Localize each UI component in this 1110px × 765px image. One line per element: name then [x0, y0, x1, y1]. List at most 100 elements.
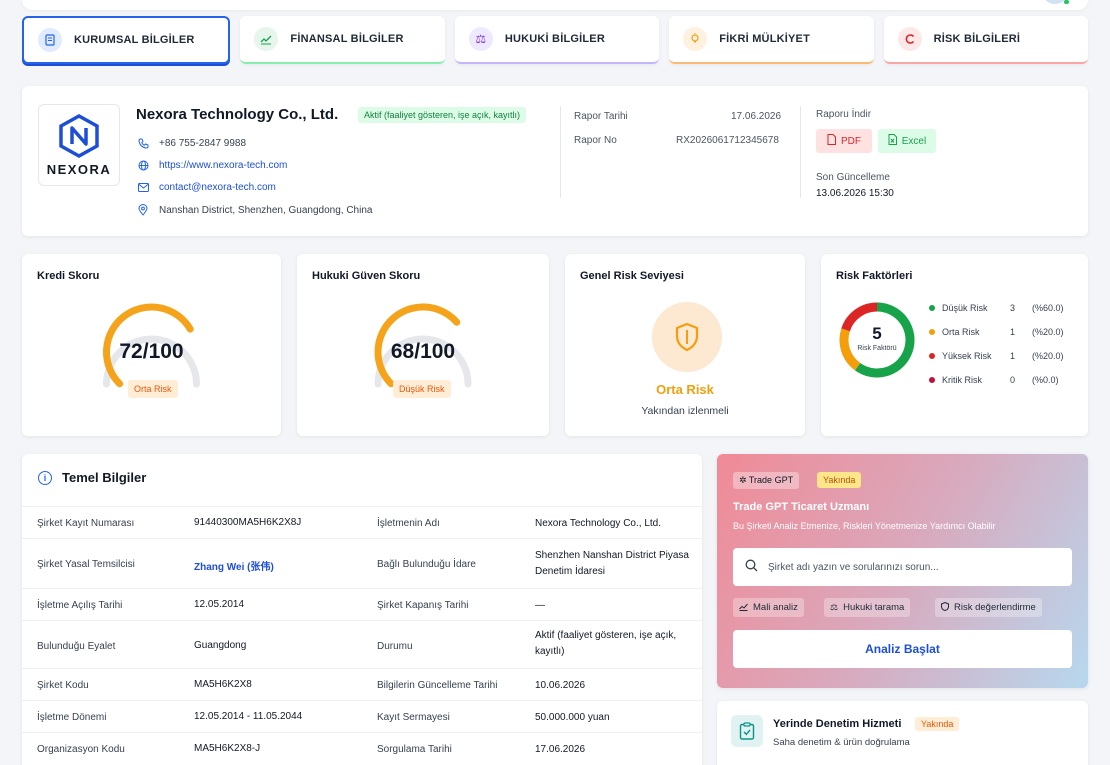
pill-risk-assessment[interactable]: Risk değerlendirme	[935, 598, 1042, 617]
field-value: 12.05.2014 - 11.05.2044	[194, 711, 303, 722]
online-status-dot	[1064, 0, 1069, 4]
top-bar	[22, 0, 1088, 10]
legend-name: Yüksek Risk	[942, 351, 992, 361]
field-value: Guangdong	[194, 640, 247, 651]
field-label: Sorgulama Tarihi	[377, 744, 452, 755]
credit-score-title: Kredi Skoru	[37, 270, 100, 282]
tab-label: RİSK BİLGİLERİ	[933, 33, 1021, 45]
hexagon-logo-icon	[59, 113, 99, 158]
table-row: Şirket Yasal Temsilcisi Zhang Wei (张伟) B…	[22, 538, 702, 588]
search-icon	[745, 559, 758, 575]
basic-info-title: Temel Bilgiler	[62, 470, 147, 485]
divider	[800, 106, 801, 198]
legend-item: Kritik Risk 0 (%0.0)	[929, 375, 1059, 385]
trade-gpt-chip-label: Trade GPT	[748, 475, 794, 485]
search-placeholder: Şirket adı yazın ve sorularınızı sorun..…	[768, 561, 939, 573]
info-icon: i	[38, 470, 52, 485]
basic-info-card: i Temel Bilgiler Şirket Kayıt Numarası 9…	[22, 454, 702, 765]
scale-icon: ⚖	[830, 602, 839, 612]
risk-icon	[897, 27, 922, 51]
pill-legal-scan[interactable]: ⚖ Hukuki tarama	[824, 598, 911, 617]
legend-count: 0	[1010, 375, 1016, 385]
tab-label: FİNANSAL BİLGİLER	[290, 33, 404, 45]
field-value: 10.06.2026	[535, 680, 586, 691]
legal-score-card: Hukuki Güven Skoru 68/100 Düşük Risk	[297, 254, 549, 436]
legend-dot	[929, 377, 935, 383]
mail-icon	[136, 183, 150, 192]
excel-file-icon	[888, 134, 897, 148]
risk-factor-total: 5	[872, 324, 882, 343]
trade-gpt-subtitle: Bu Şirketi Analiz Etmenize, Riskleri Yön…	[733, 521, 996, 531]
phone-number: +86 755-2847 9988	[159, 138, 247, 149]
legend-count: 1	[1010, 327, 1016, 337]
inspection-card[interactable]: Yerinde Denetim Hizmeti Yakında Saha den…	[717, 701, 1088, 765]
tab-corporate[interactable]: KURUMSAL BİLGİLER	[22, 16, 231, 64]
field-label: İşletmenin Adı	[377, 518, 440, 529]
email-row[interactable]: contact@nexora-tech.com	[136, 182, 276, 193]
website-link[interactable]: https://www.nexora-tech.com	[159, 160, 287, 171]
email-link[interactable]: contact@nexora-tech.com	[159, 182, 276, 193]
field-label: Şirket Kayıt Numarası	[37, 518, 135, 529]
legend-item: Orta Risk 1 (%20.0)	[929, 327, 1064, 337]
section-tabs: KURUMSAL BİLGİLER FİNANSAL BİLGİLER ⚖ HU…	[22, 16, 1089, 66]
field-label: İşletme Açılış Tarihi	[37, 600, 123, 611]
phone-icon	[136, 138, 150, 149]
shield-icon	[675, 322, 699, 352]
table-row: Bulunduğu Eyalet Guangdong Durumu Aktif …	[22, 620, 702, 668]
company-search-input[interactable]: Şirket adı yazın ve sorularınızı sorun..…	[733, 548, 1072, 586]
legend-pct: (%20.0)	[1032, 327, 1064, 337]
legal-score-value: 68/100	[390, 340, 456, 363]
pill-financial-analysis[interactable]: Mali analiz	[733, 598, 804, 617]
sparkle-icon: ✲	[739, 475, 747, 485]
report-no-label: Rapor No	[574, 135, 617, 146]
report-date-value: 17.06.2026	[731, 111, 782, 122]
legal-rep-link[interactable]: Zhang Wei (张伟)	[194, 558, 274, 573]
legend-dot	[929, 353, 935, 359]
inspection-title: Yerinde Denetim Hizmeti	[773, 718, 902, 730]
excel-download-button[interactable]: Excel	[878, 129, 936, 153]
tab-financial[interactable]: FİNANSAL BİLGİLER	[240, 16, 445, 64]
general-risk-title: Genel Risk Seviyesi	[580, 270, 684, 282]
risk-factor-total-label: Risk Faktörü	[857, 345, 897, 352]
tab-intellectual-property[interactable]: FİKRİ MÜLKİYET	[669, 16, 874, 64]
report-date-label: Rapor Tarihi	[574, 111, 628, 122]
chart-line-icon	[254, 27, 279, 51]
field-label: Şirket Kapanış Tarihi	[377, 600, 469, 611]
shield-icon	[941, 601, 949, 614]
last-updated-label: Son Güncelleme	[816, 172, 890, 183]
start-analysis-button[interactable]: Analiz Başlat	[733, 630, 1072, 668]
address-row: Nanshan District, Shenzhen, Guangdong, C…	[136, 204, 372, 216]
website-row[interactable]: https://www.nexora-tech.com	[136, 160, 287, 171]
field-label: Organizasyon Kodu	[37, 744, 125, 755]
chart-line-icon	[739, 602, 748, 614]
field-value: 12.05.2014	[194, 599, 245, 610]
risk-factors-title: Risk Faktörleri	[836, 270, 913, 282]
general-risk-note: Yakından izlenmeli	[641, 405, 729, 417]
field-value: Shenzhen Nanshan District Piyasa Denetim…	[535, 550, 689, 577]
tab-risk[interactable]: RİSK BİLGİLERİ	[883, 16, 1089, 64]
lightbulb-icon	[683, 27, 708, 51]
trade-gpt-panel: ✲ Trade GPT Yakında Trade GPT Ticaret Uz…	[717, 454, 1088, 688]
legend-dot	[929, 329, 935, 335]
logo-text: NEXORA	[46, 161, 112, 177]
risk-factors-card: Risk Faktörleri 5 Risk Faktörü Düşük Ris…	[821, 254, 1088, 436]
legend-item: Yüksek Risk 1 (%20.0)	[929, 351, 1064, 361]
credit-score-card: Kredi Skoru 72/100 Orta Risk	[22, 254, 281, 436]
inspection-subtitle: Saha denetim & ürün doğrulama	[773, 737, 910, 748]
building-icon	[38, 28, 62, 52]
field-label: Durumu	[377, 641, 413, 652]
legend-item: Düşük Risk 3 (%60.0)	[929, 303, 1064, 313]
download-label: Raporu İndir	[816, 109, 872, 120]
table-row: Şirket Kayıt Numarası 91440300MA5H6K2X8J…	[22, 506, 702, 538]
company-card: NEXORA Nexora Technology Co., Ltd. Aktif…	[22, 86, 1088, 236]
last-updated-value: 13.06.2026 15:30	[816, 188, 894, 199]
legal-risk-badge: Düşük Risk	[393, 380, 451, 398]
field-value: MA5H6K2X8-J	[194, 743, 261, 754]
coming-soon-badge: Yakında	[915, 717, 960, 731]
pill-label: Hukuki tarama	[843, 602, 905, 613]
field-label: İşletme Dönemi	[37, 712, 107, 723]
field-value: Aktif (faaliyet gösteren, işe açık, kayı…	[535, 630, 677, 657]
scale-icon: ⚖	[468, 27, 493, 51]
pdf-download-button[interactable]: PDF	[816, 129, 872, 153]
tab-legal[interactable]: ⚖ HUKUKİ BİLGİLER	[454, 16, 660, 64]
